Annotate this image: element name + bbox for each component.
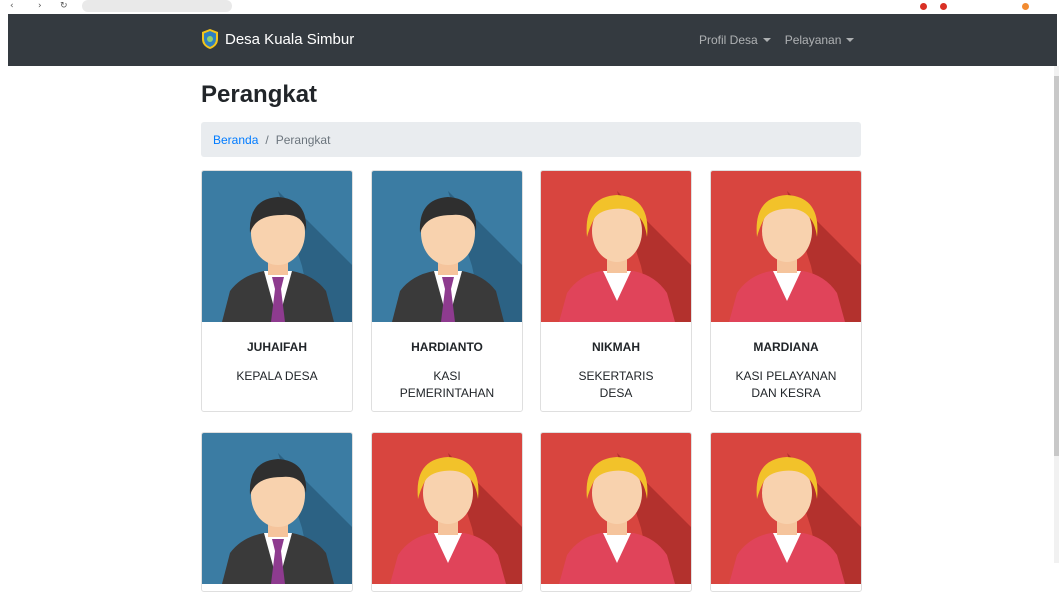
staff-role: KEPALA DESA — [236, 369, 318, 383]
nav-dropdown-profil-desa[interactable]: Profil Desa — [699, 33, 771, 47]
reload-icon[interactable]: ↻ — [60, 2, 68, 11]
back-icon[interactable]: ‹ — [10, 2, 18, 11]
female-avatar-icon — [372, 433, 522, 584]
village-logo-icon — [202, 29, 218, 49]
brand-name: Desa Kuala Simbur — [225, 30, 355, 48]
male-avatar-icon — [202, 171, 352, 322]
staff-card[interactable] — [540, 432, 692, 592]
navbar: Desa Kuala Simbur Profil Desa Pelayanan — [8, 14, 1057, 66]
staff-card[interactable]: NIKMAH SEKERTARIS DESA — [540, 170, 692, 412]
female-avatar-icon — [541, 171, 691, 322]
scrollbar-thumb[interactable] — [1054, 76, 1059, 456]
profile-icon[interactable] — [1022, 3, 1029, 10]
browser-chrome: ‹ › ↻ — [0, 0, 1059, 14]
staff-card[interactable]: MARDIANA KASI PELAYANAN DAN KESRA — [710, 170, 862, 412]
staff-role: KASI PELAYANAN DAN KESRA — [735, 369, 837, 400]
staff-role: SEKERTARIS DESA — [578, 369, 654, 400]
caret-down-icon — [762, 38, 771, 42]
extension-icon[interactable] — [940, 3, 947, 10]
staff-role: KASI PEMERINTAHAN — [399, 369, 495, 400]
scrollbar[interactable] — [1054, 66, 1059, 563]
female-avatar-icon — [711, 171, 861, 322]
extension-icon[interactable] — [920, 3, 927, 10]
staff-card[interactable] — [371, 432, 523, 592]
nav-item-label: Pelayanan — [784, 33, 842, 47]
nav-item-label: Profil Desa — [699, 33, 758, 47]
staff-name: HARDIANTO — [411, 340, 483, 354]
staff-card[interactable]: HARDIANTO KASI PEMERINTAHAN — [371, 170, 523, 412]
female-avatar-icon — [541, 433, 691, 584]
breadcrumb-current: Perangkat — [275, 132, 331, 147]
brand-link[interactable]: Desa Kuala Simbur — [201, 28, 354, 50]
breadcrumb-home-link[interactable]: Beranda — [213, 133, 258, 147]
caret-down-icon — [846, 38, 855, 42]
breadcrumb-separator: / — [265, 132, 269, 147]
staff-card[interactable]: JUHAIFAH KEPALA DESA — [201, 170, 353, 412]
staff-name: MARDIANA — [753, 340, 819, 354]
staff-name: NIKMAH — [592, 340, 640, 354]
staff-card[interactable] — [710, 432, 862, 592]
male-avatar-icon — [372, 171, 522, 322]
address-bar[interactable] — [82, 0, 232, 12]
nav-dropdown-pelayanan[interactable]: Pelayanan — [785, 33, 855, 47]
staff-card[interactable] — [201, 432, 353, 592]
nav-menu: Profil Desa Pelayanan — [699, 33, 855, 47]
breadcrumb: Beranda / Perangkat — [201, 122, 861, 157]
staff-name: JUHAIFAH — [246, 340, 307, 354]
male-avatar-icon — [202, 433, 352, 584]
female-avatar-icon — [711, 433, 861, 584]
forward-icon[interactable]: › — [38, 2, 46, 11]
page-title: Perangkat — [201, 81, 318, 108]
